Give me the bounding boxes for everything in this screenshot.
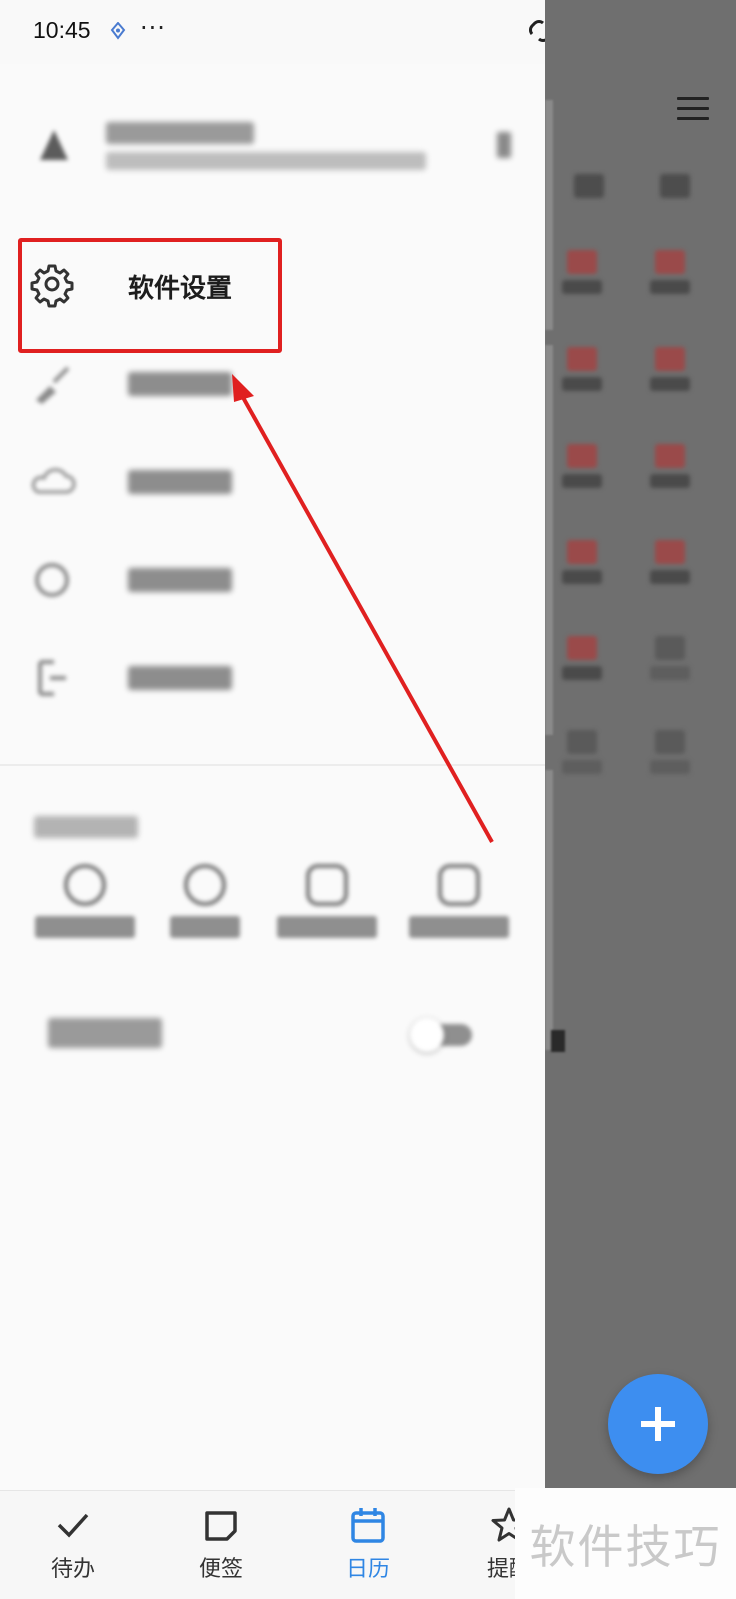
calendar-icon xyxy=(351,1508,385,1543)
nav-tab-todo[interactable]: 待办 xyxy=(13,1491,133,1599)
annotation-arrow xyxy=(232,374,494,843)
nav-tab-notes-label: 便签 xyxy=(198,1557,243,1582)
nav-tab-calendar-label: 日历 xyxy=(345,1557,390,1582)
check-icon xyxy=(57,1513,89,1538)
nav-tab-todo-label: 待办 xyxy=(50,1557,95,1582)
watermark: 软件技巧 xyxy=(515,1488,736,1599)
nav-tab-notes[interactable]: 便签 xyxy=(161,1491,281,1599)
note-icon xyxy=(205,1511,237,1541)
nav-tab-calendar[interactable]: 日历 xyxy=(308,1491,428,1599)
